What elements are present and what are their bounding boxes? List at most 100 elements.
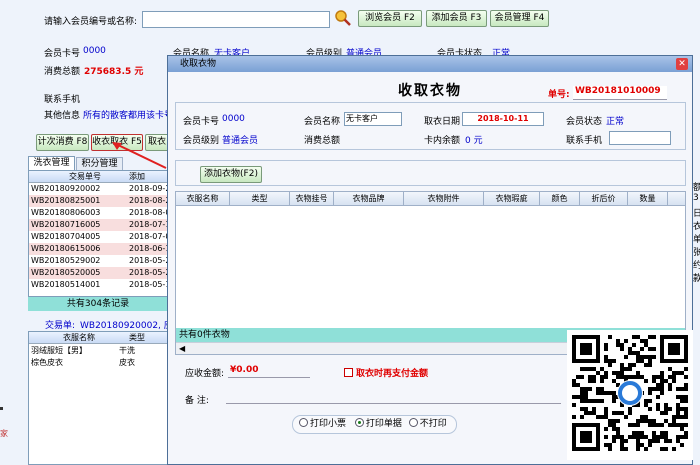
order-id: WB20180716005 xyxy=(31,220,101,229)
order-date: 2018-06-1 xyxy=(129,244,168,253)
grid-header-defect: 衣物瑕疵 xyxy=(484,192,540,206)
dlg-date-field[interactable]: 2018-10-11 xyxy=(462,112,544,126)
pay-later-checkbox[interactable]: 取衣时再支付金额 xyxy=(344,366,428,379)
dlg-status-value: 正常 xyxy=(606,117,625,127)
print-option-label: 不打印 xyxy=(419,419,447,429)
table-row[interactable]: WB20180704005 2018-07-0 xyxy=(29,231,167,243)
order-id: WB20180806003 xyxy=(31,208,101,217)
grid-header-price: 折后价 xyxy=(580,192,628,206)
dlg-card-value: 0000 xyxy=(222,114,245,124)
item-name: 羽绒服短【男】 xyxy=(31,346,87,355)
transaction-label: 交易单: xyxy=(45,321,76,331)
print-option-label: 打印小票 xyxy=(310,419,347,429)
items-header: 衣服名称 类型 xyxy=(29,332,167,344)
radio-selected-icon[interactable] xyxy=(354,418,364,427)
item-type: 皮衣 xyxy=(119,358,135,367)
dlg-total-label: 消费总额 xyxy=(304,136,341,146)
order-id: WB20180514001 xyxy=(31,280,101,289)
search-input[interactable] xyxy=(142,11,330,28)
table-row[interactable]: WB20180529002 2018-05-2 xyxy=(29,255,168,267)
items-row[interactable]: 棕色皮衣 皮衣 xyxy=(29,357,167,369)
amount-label: 应收金额: xyxy=(185,369,225,379)
tab-points[interactable]: 积分管理 xyxy=(76,157,123,170)
right-edge-char: 约 xyxy=(693,261,700,271)
qr-code-image xyxy=(567,330,693,460)
grid-header-qty: 数量 xyxy=(628,192,668,206)
table-row[interactable]: WB20180920002 2018-09-2 xyxy=(29,183,168,195)
browse-members-button[interactable]: 浏览会员 F2 xyxy=(358,10,422,27)
dlg-phone-field[interactable] xyxy=(609,131,671,145)
right-edge-char: 衣 xyxy=(693,222,700,232)
tab-laundry[interactable]: 洗衣管理 xyxy=(28,156,75,170)
items-table: 衣服名称 类型 羽绒服短【男】 干洗 棕色皮衣 皮衣 xyxy=(28,331,168,465)
add-clothes-button[interactable]: 添加衣物(F2) xyxy=(200,166,262,183)
orders-footer: 共有304条记录 xyxy=(28,297,168,311)
right-edge-char: 张 xyxy=(693,248,700,258)
order-date: 2018-08-0 xyxy=(129,208,168,217)
table-row[interactable]: WB20180615006 2018-06-1 xyxy=(29,243,168,255)
table-row[interactable]: WB20180806003 2018-08-0 xyxy=(29,207,168,219)
order-id: WB20180520005 xyxy=(31,268,101,277)
dlg-name-field[interactable]: 无卡客户 xyxy=(344,112,402,126)
other-value: 所有的散客都用该卡号 xyxy=(83,111,174,121)
close-icon[interactable]: ✕ xyxy=(676,58,688,70)
grid-header-color: 颜色 xyxy=(540,192,580,206)
grid-header-brand: 衣物品牌 xyxy=(334,192,404,206)
dlg-card-label: 会员卡号 xyxy=(183,117,220,127)
checkbox-icon[interactable] xyxy=(344,368,353,377)
table-row[interactable]: WB20180514001 2018-05-1 xyxy=(29,279,168,291)
dlg-level-label: 会员级别 xyxy=(183,136,220,146)
right-edge-fragment: 额3 日衣单张约款 xyxy=(693,180,700,290)
table-row[interactable]: WB20180716005 2018-07-1 xyxy=(29,219,167,231)
scroll-left-icon[interactable]: ◀ xyxy=(179,343,185,354)
orders-header-date: 添加 xyxy=(129,172,145,181)
order-date: 2018-05-2 xyxy=(129,268,168,277)
amount-field[interactable]: ¥0.00 xyxy=(228,363,310,378)
print-option-document[interactable]: 打印单据 xyxy=(354,418,402,429)
add-clothes-group: 添加衣物(F2) xyxy=(175,160,686,186)
order-date: 2018-05-1 xyxy=(129,280,168,289)
right-edge-char: 3 xyxy=(693,193,699,203)
order-number-label: 单号: xyxy=(548,90,570,100)
orders-header-id: 交易单号 xyxy=(69,172,101,181)
pay-later-label: 取衣时再支付金额 xyxy=(356,369,429,379)
transaction-value: WB20180920002, 应收金额 xyxy=(80,321,167,331)
print-option-none[interactable]: 不打印 xyxy=(408,418,447,429)
right-edge-char: 日 xyxy=(693,209,700,219)
remark-field[interactable] xyxy=(226,403,561,404)
items-row[interactable]: 羽绒服短【男】 干洗 xyxy=(29,345,167,357)
other-label: 其他信息 xyxy=(44,111,81,121)
manage-members-button[interactable]: 会员管理 F4 xyxy=(490,10,549,27)
order-id: WB20180920002 xyxy=(31,184,101,193)
print-option-label: 打印单据 xyxy=(365,419,402,429)
clothes-grid-header: 衣服名称 类型 衣物挂号 衣物品牌 衣物附件 衣物瑕疵 颜色 折后价 数量 xyxy=(176,192,685,206)
radio-icon[interactable] xyxy=(299,418,308,427)
grid-header-accessory: 衣物附件 xyxy=(404,192,484,206)
search-icon[interactable] xyxy=(335,10,351,26)
table-row[interactable]: WB20180520005 2018-05-2 xyxy=(29,267,168,279)
items-header-type: 类型 xyxy=(129,333,145,342)
order-date: 2018-08-2 xyxy=(129,196,168,205)
item-type: 干洗 xyxy=(119,346,135,355)
order-date: 2018-05-2 xyxy=(129,256,168,265)
total-value: 275683.5 元 xyxy=(84,67,144,77)
member-info-group: 会员卡号 0000 会员名称 无卡客户 取衣日期 2018-10-11 会员状态… xyxy=(175,102,686,150)
right-edge-char: 款 xyxy=(693,274,700,284)
dlg-phone-label: 联系手机 xyxy=(566,136,603,146)
phone-label: 联系手机 xyxy=(44,95,81,105)
table-row[interactable]: WB20180825001 2018-08-2 xyxy=(29,195,168,207)
orders-header: 交易单号 添加 xyxy=(29,171,167,183)
items-header-name: 衣服名称 xyxy=(63,333,95,342)
radio-icon[interactable] xyxy=(408,418,418,427)
dialog-title-bar: 收取衣物 ✕ xyxy=(168,56,692,72)
order-id: WB20180529002 xyxy=(31,256,101,265)
order-date: 2018-09-2 xyxy=(129,184,168,193)
order-id: WB20180704005 xyxy=(31,232,101,241)
print-option-receipt[interactable]: 打印小票 xyxy=(299,418,347,429)
card-value: 0000 xyxy=(83,46,106,56)
add-member-button[interactable]: 添加会员 F3 xyxy=(426,10,487,27)
dlg-balance-label: 卡内余额 xyxy=(424,136,461,146)
count-consume-button[interactable]: 计次消费 F8 xyxy=(36,134,89,151)
search-label: 请输入会员编号或名称: xyxy=(44,17,138,27)
dlg-level-value: 普通会员 xyxy=(222,136,259,146)
